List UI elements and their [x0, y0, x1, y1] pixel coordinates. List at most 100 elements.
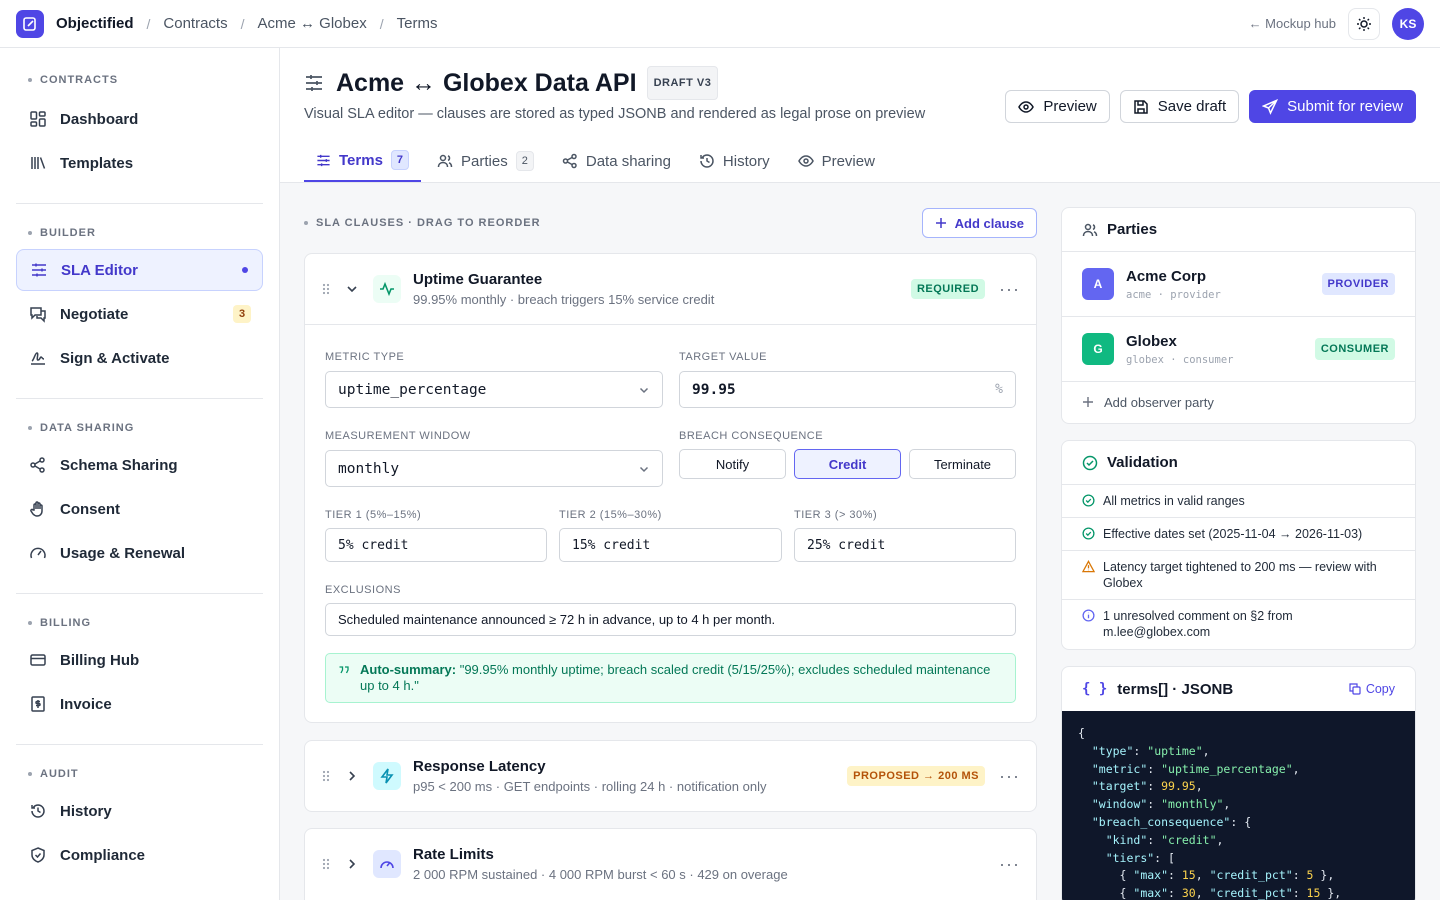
main-area: Acme ↔ Globex Data API DRAFT V3 Visual S… [280, 48, 1440, 900]
proposed-badge: PROPOSED → 200 MS [847, 766, 986, 786]
plus-icon [935, 218, 946, 228]
validation-item: Latency target tightened to 200 ms — rev… [1062, 551, 1415, 600]
tab-history[interactable]: History [687, 140, 782, 182]
mockup-hub-link[interactable]: ← Mockup hub [1249, 16, 1336, 31]
info-icon [1082, 609, 1095, 622]
add-clause-button[interactable]: Add clause [921, 208, 1037, 238]
terms-count-badge: 7 [390, 150, 410, 170]
more-options-icon[interactable]: ··· [999, 766, 1020, 787]
credit-card-icon [28, 650, 48, 670]
more-options-icon[interactable]: ··· [999, 854, 1020, 875]
tab-terms[interactable]: Terms 7 [304, 140, 422, 182]
sidebar-section-data-sharing: DATA SHARING [16, 420, 263, 436]
sidebar-item-sla-editor[interactable]: SLA Editor [16, 249, 263, 291]
page-title: Acme ↔ Globex Data API [336, 68, 637, 97]
sidebar-item-consent[interactable]: Consent [16, 488, 263, 530]
submit-for-review-button[interactable]: Submit for review [1249, 90, 1416, 123]
breadcrumb-terms: Terms [396, 15, 438, 32]
shield-check-icon [28, 845, 48, 865]
tab-parties[interactable]: Parties 2 [425, 140, 546, 182]
gauge-icon [373, 850, 401, 878]
send-icon [1262, 98, 1279, 115]
tier1-input[interactable]: 5% credit [325, 528, 547, 562]
tab-data-sharing[interactable]: Data sharing [550, 140, 683, 182]
tier1-label: TIER 1 (5%–15%) [325, 509, 422, 521]
party-row-acme[interactable]: A Acme Corp acme · provider PROVIDER [1062, 252, 1415, 317]
clause-subtitle: 99.95% monthly · breach triggers 15% ser… [413, 292, 715, 307]
tier2-label: TIER 2 (15%–30%) [559, 509, 662, 521]
auto-summary-label: Auto-summary: [360, 662, 457, 677]
breach-option-notify[interactable]: Notify [679, 449, 786, 479]
sliders-icon [29, 260, 49, 280]
sidebar-item-billing-hub[interactable]: Billing Hub [16, 639, 263, 681]
sidebar-item-history[interactable]: History [16, 790, 263, 832]
party-row-globex[interactable]: G Globex globex · consumer CONSUMER [1062, 317, 1415, 382]
theme-toggle-button[interactable] [1348, 7, 1380, 40]
clauses-section-label: SLA CLAUSES · DRAG TO REORDER [304, 217, 541, 229]
gauge-icon [28, 543, 48, 563]
breadcrumb-contract[interactable]: Acme ↔ Globex [258, 15, 367, 32]
breach-consequence-label: BREACH CONSEQUENCE [679, 430, 824, 442]
exclusions-input[interactable]: Scheduled maintenance announced ≥ 72 h i… [325, 603, 1016, 636]
sidebar-item-compliance[interactable]: Compliance [16, 834, 263, 876]
breadcrumb-contracts[interactable]: Contracts [163, 15, 227, 32]
jsonb-code-block[interactable]: { "type": "uptime", "metric": "uptime_pe… [1062, 711, 1415, 900]
drag-handle-icon[interactable] [321, 769, 331, 783]
tab-bar: Terms 7 Parties 2 Data sharing History P… [280, 140, 1440, 183]
sidebar-section-contracts: CONTRACTS [16, 72, 263, 88]
sidebar-item-sign-activate[interactable]: Sign & Activate [16, 337, 263, 379]
parties-panel-title: Parties [1107, 221, 1158, 238]
brand-name[interactable]: Objectified [56, 15, 134, 32]
sidebar-item-templates[interactable]: Templates [16, 142, 263, 184]
chat-icon [28, 304, 48, 324]
chevron-down-icon [638, 463, 650, 475]
required-badge: REQUIRED [910, 279, 986, 299]
clause-card-latency[interactable]: Response Latency p95 < 200 ms · GET endp… [304, 740, 1037, 812]
add-observer-party-button[interactable]: Add observer party [1062, 382, 1415, 422]
sidebar-item-schema-sharing[interactable]: Schema Sharing [16, 444, 263, 486]
clause-subtitle: p95 < 200 ms · GET endpoints · rolling 2… [413, 779, 767, 794]
chevron-right-icon[interactable] [345, 769, 359, 783]
sidebar-section-billing: BILLING [16, 615, 263, 631]
active-indicator [242, 267, 248, 273]
drag-handle-icon[interactable] [321, 282, 331, 296]
chevron-right-icon[interactable] [345, 857, 359, 871]
measurement-window-select[interactable]: monthly [325, 450, 663, 487]
check-circle-icon [1082, 455, 1098, 470]
signature-icon [28, 348, 48, 368]
quote-icon [338, 664, 350, 676]
auto-summary-box: Auto-summary: "99.95% monthly uptime; br… [325, 653, 1016, 703]
history-icon [28, 801, 48, 821]
activity-icon [373, 275, 401, 303]
clause-card-rate-limits[interactable]: Rate Limits 2 000 RPM sustained · 4 000 … [304, 828, 1037, 900]
sidebar-item-usage-renewal[interactable]: Usage & Renewal [16, 532, 263, 574]
target-unit: % [995, 382, 1003, 397]
clause-title: Uptime Guarantee [413, 271, 543, 288]
sidebar-item-dashboard[interactable]: Dashboard [16, 98, 263, 140]
tier2-input[interactable]: 15% credit [559, 528, 782, 562]
history-icon [700, 154, 714, 168]
tab-preview[interactable]: Preview [786, 140, 887, 182]
preview-button[interactable]: Preview [1005, 90, 1110, 123]
braces-icon: { } [1082, 681, 1108, 697]
consumer-role-badge: CONSUMER [1314, 338, 1395, 360]
breach-option-credit[interactable]: Credit [794, 449, 901, 479]
copy-button[interactable]: Copy [1349, 682, 1395, 696]
breach-option-terminate[interactable]: Terminate [909, 449, 1016, 479]
tier3-input[interactable]: 25% credit [794, 528, 1016, 562]
target-value-input[interactable]: 99.95 % [679, 371, 1016, 408]
hand-icon [28, 499, 48, 519]
app-logo-icon[interactable] [16, 9, 44, 38]
sidebar-item-invoice[interactable]: Invoice [16, 683, 263, 725]
metric-type-select[interactable]: uptime_percentage [325, 371, 663, 408]
more-options-icon[interactable]: ··· [999, 279, 1020, 300]
validation-item: All metrics in valid ranges [1062, 485, 1415, 518]
chevron-down-icon[interactable] [345, 282, 359, 296]
user-avatar[interactable]: KS [1392, 7, 1424, 40]
save-draft-button[interactable]: Save draft [1119, 90, 1240, 123]
clause-card-uptime: Uptime Guarantee 99.95% monthly · breach… [304, 253, 1037, 723]
drag-handle-icon[interactable] [321, 857, 331, 871]
sidebar-item-negotiate[interactable]: Negotiate 3 [16, 293, 263, 335]
validation-item: Effective dates set (2025-11-04 → 2026-1… [1062, 518, 1415, 551]
invoice-icon [28, 694, 48, 714]
